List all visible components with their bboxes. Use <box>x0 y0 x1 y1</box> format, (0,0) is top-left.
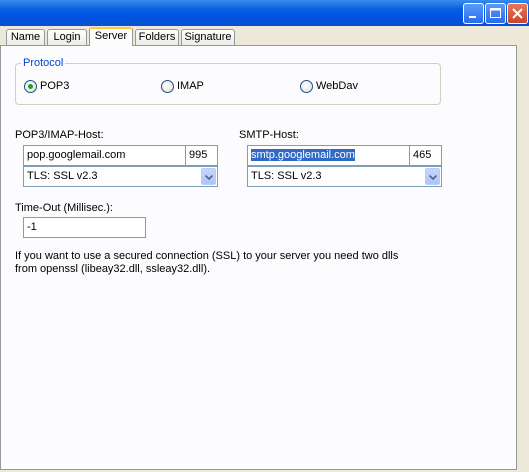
chevron-down-icon <box>429 175 437 180</box>
dropdown-button[interactable] <box>201 168 216 185</box>
minimize-icon <box>469 16 476 18</box>
pop3-imap-port-input[interactable]: 995 <box>185 145 218 166</box>
tab-name[interactable]: Name <box>6 29 45 45</box>
tab-label: Folders <box>138 31 176 43</box>
field-value: -1 <box>27 221 37 233</box>
tab-signature[interactable]: Signature <box>181 29 235 45</box>
select-value: TLS: SSL v2.3 <box>251 170 322 182</box>
info-line: from openssl (libeay32.dll, ssleay32.dll… <box>15 263 211 275</box>
field-value: 995 <box>189 149 208 161</box>
radio-unselected-icon <box>300 80 313 93</box>
timeout-label: Time-Out (Millisec.): <box>15 202 113 214</box>
field-value: smtp.googlemail.com <box>251 149 355 161</box>
maximize-icon <box>490 8 501 18</box>
protocol-groupbox <box>15 63 441 105</box>
tab-label: Signature <box>184 31 232 43</box>
tab-label: Login <box>53 31 81 43</box>
radio-label: IMAP <box>177 80 204 92</box>
pop3-imap-security-select[interactable]: TLS: SSL v2.3 <box>23 166 218 187</box>
window-title-bar <box>0 0 529 26</box>
tab-label: Name <box>10 31 41 43</box>
pop3-imap-host-input[interactable]: pop.googlemail.com <box>23 145 186 166</box>
tab-server[interactable]: Server <box>89 27 133 46</box>
tab-label: Server <box>94 30 128 42</box>
minimize-button[interactable] <box>463 3 484 24</box>
timeout-input[interactable]: -1 <box>23 217 146 238</box>
dropdown-button[interactable] <box>425 168 440 185</box>
radio-unselected-icon <box>161 80 174 93</box>
select-value: TLS: SSL v2.3 <box>27 170 98 182</box>
tab-login[interactable]: Login <box>47 29 87 45</box>
field-value: 465 <box>413 149 432 161</box>
close-button[interactable] <box>507 3 528 24</box>
protocol-legend: Protocol <box>21 57 66 69</box>
maximize-button[interactable] <box>485 3 506 24</box>
tab-folders[interactable]: Folders <box>135 29 179 45</box>
smtp-host-input[interactable]: smtp.googlemail.com <box>247 145 410 166</box>
smtp-host-label: SMTP-Host: <box>239 129 299 141</box>
field-value: pop.googlemail.com <box>27 149 126 161</box>
radio-selected-icon <box>24 80 37 93</box>
tab-strip: Name Login Server Folders Signature <box>0 27 529 46</box>
radio-label: WebDav <box>316 80 358 92</box>
ssl-info-text: If you want to use a secured connection … <box>15 250 415 276</box>
info-line: If you want to use a secured connection … <box>15 250 399 262</box>
smtp-port-input[interactable]: 465 <box>409 145 442 166</box>
chevron-down-icon <box>205 175 213 180</box>
radio-label: POP3 <box>40 80 70 92</box>
close-icon <box>512 8 523 19</box>
pop3-imap-host-label: POP3/IMAP-Host: <box>15 129 104 141</box>
smtp-security-select[interactable]: TLS: SSL v2.3 <box>247 166 442 187</box>
